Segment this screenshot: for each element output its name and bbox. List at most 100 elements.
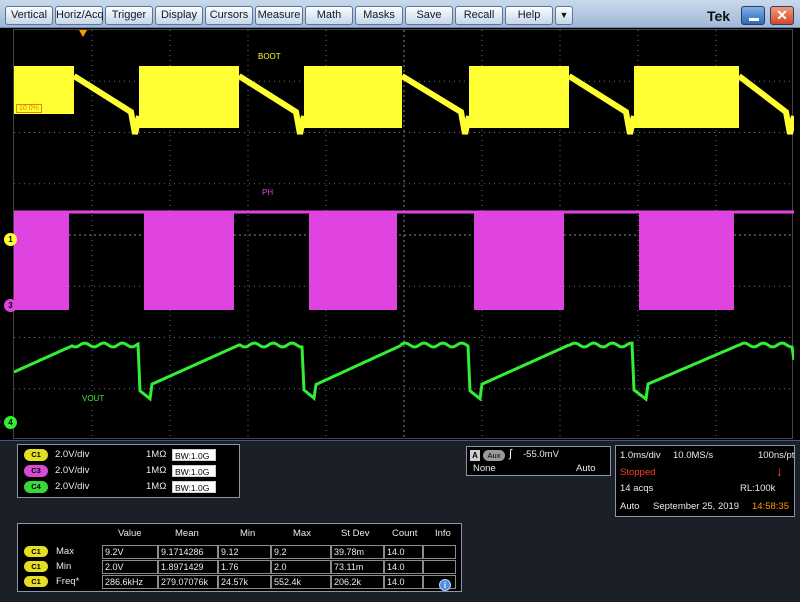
measurement-info <box>423 545 456 559</box>
boot-ramp <box>737 73 794 135</box>
sample-rate: 10.0MS/s <box>673 450 714 461</box>
boot-burst <box>634 66 739 128</box>
menu-measure[interactable]: Measure <box>255 6 303 25</box>
menu-trigger[interactable]: Trigger <box>105 6 153 25</box>
minimize-icon <box>749 18 759 21</box>
channel-scale: 2.0V/div <box>55 449 90 460</box>
label-boot: BOOT <box>258 52 281 61</box>
channel-settings-panel: C1 2.0V/div 1MΩ BW:1.0G C3 2.0V/div 1MΩ … <box>17 444 240 498</box>
measurement-name: Min <box>56 561 72 572</box>
channel-scale: 2.0V/div <box>55 481 90 492</box>
column-header-min: Min <box>240 528 256 539</box>
channel-badge[interactable]: C1 <box>24 449 48 461</box>
menu-save[interactable]: Save <box>405 6 453 25</box>
column-header-count: Count <box>392 528 418 539</box>
menu-cursors[interactable]: Cursors <box>205 6 253 25</box>
close-button[interactable]: ✕ <box>770 6 794 25</box>
measurement-source-badge: C1 <box>24 546 48 557</box>
oscilloscope-app: Vertical Horiz/Acq Trigger Display Curso… <box>0 0 800 602</box>
channel-impedance: 1MΩ <box>146 481 167 492</box>
menu-horiz-acq[interactable]: Horiz/Acq <box>55 6 104 25</box>
waveform-graticule[interactable] <box>13 29 794 440</box>
trigger-source: Aux <box>483 450 505 461</box>
measurement-info <box>423 560 456 574</box>
label-ph: PH <box>262 188 274 197</box>
measurement-row-max[interactable]: C1 Max 9.2V 9.1714286 9.12 9.2 39.78m 14… <box>18 544 463 559</box>
menu-dropdown-button[interactable]: ▼ <box>555 6 573 25</box>
menu-help[interactable]: Help <box>505 6 553 25</box>
column-header-max: Max <box>293 528 311 539</box>
channel-bandwidth: BW:1.0G <box>172 449 216 461</box>
time-per-div: 1.0ms/div <box>620 450 661 461</box>
boot-ramp <box>567 73 637 135</box>
measurement-value: 9.2V <box>102 545 158 559</box>
boot-burst <box>139 66 239 128</box>
measurement-count: 14.0 <box>384 560 423 574</box>
resolution: 100ns/pt <box>758 450 795 461</box>
column-header-info: Info <box>435 528 451 539</box>
boot-ramp <box>400 73 472 135</box>
trigger-position-marker[interactable] <box>79 30 87 37</box>
menu-masks[interactable]: Masks <box>355 6 403 25</box>
menu-recall[interactable]: Recall <box>455 6 503 25</box>
measurement-source-badge: C1 <box>24 576 48 587</box>
measurement-name: Max <box>56 546 74 557</box>
trigger-panel[interactable]: A Aux ∫ -55.0mV None Auto <box>466 446 611 476</box>
info-icon[interactable]: i <box>439 579 451 591</box>
ph-burst <box>474 212 564 310</box>
acquisition-time: 14:58:35 <box>752 501 789 512</box>
channel-row-c4[interactable]: C4 2.0V/div 1MΩ BW:1.0G <box>22 480 237 494</box>
measurement-count: 14.0 <box>384 575 423 589</box>
ph-burst <box>639 212 734 310</box>
channel-row-c1[interactable]: C1 2.0V/div 1MΩ BW:1.0G <box>22 448 237 462</box>
brand-logo: Tek <box>707 8 731 24</box>
column-header-stdev: St Dev <box>341 528 370 539</box>
channel-row-c3[interactable]: C3 2.0V/div 1MΩ BW:1.0G <box>22 464 237 478</box>
red-down-arrow-icon: ↓ <box>776 463 783 479</box>
channel-badge[interactable]: C3 <box>24 465 48 477</box>
channel-badge[interactable]: C4 <box>24 481 48 493</box>
measurement-mean: 1.8971429 <box>158 560 218 574</box>
measurement-min: 1.76 <box>218 560 271 574</box>
acquisition-mode: Auto <box>620 501 640 512</box>
boot-ramp <box>237 73 307 135</box>
menu-display[interactable]: Display <box>155 6 203 25</box>
menu-math[interactable]: Math <box>305 6 353 25</box>
rising-edge-icon: ∫ <box>509 448 513 460</box>
boot-burst <box>304 66 402 128</box>
ch3-ground-marker[interactable]: 3 <box>4 299 17 312</box>
trigger-letter: A <box>470 450 480 461</box>
waveform-canvas <box>14 30 794 440</box>
measurement-row-min[interactable]: C1 Min 2.0V 1.8971429 1.76 2.0 73.11m 14… <box>18 559 463 574</box>
minimize-button[interactable] <box>741 6 765 25</box>
channel-impedance: 1MΩ <box>146 465 167 476</box>
measurement-max: 2.0 <box>271 560 331 574</box>
acquisition-count: 14 acqs <box>620 483 654 494</box>
measurement-value: 2.0V <box>102 560 158 574</box>
ch4-ground-marker[interactable]: 4 <box>4 416 17 429</box>
measurement-count: 14.0 <box>384 545 423 559</box>
acquisition-state: Stopped <box>620 467 656 478</box>
ph-burst <box>14 212 69 310</box>
trigger-mode: Auto <box>576 463 596 474</box>
boot-ramp <box>72 73 142 135</box>
measurement-table[interactable]: Value Mean Min Max St Dev Count Info C1 … <box>17 523 462 592</box>
trigger-coupling: None <box>473 463 496 474</box>
record-length: RL:100k <box>740 483 776 494</box>
measurement-name: Freq* <box>56 576 80 587</box>
menu-vertical[interactable]: Vertical <box>5 6 53 25</box>
measurement-max: 9.2 <box>271 545 331 559</box>
ch1-ground-marker[interactable]: 1 <box>4 233 17 246</box>
channel-scale: 2.0V/div <box>55 465 90 476</box>
label-vout: VOUT <box>82 394 105 403</box>
measurement-source-badge: C1 <box>24 561 48 572</box>
measurement-stdev: 206.2k <box>331 575 384 589</box>
menu-bar: Vertical Horiz/Acq Trigger Display Curso… <box>0 0 800 28</box>
ph-burst <box>309 212 397 310</box>
measurement-stdev: 73.11m <box>331 560 384 574</box>
acquisition-panel[interactable]: 1.0ms/div 10.0MS/s 100ns/pt Stopped ↓ 14… <box>615 445 795 517</box>
ph-burst <box>144 212 234 310</box>
measurement-row-freq[interactable]: C1 Freq* 286.6kHz 279.07076k 24.57k 552.… <box>18 574 463 589</box>
measurement-max: 552.4k <box>271 575 331 589</box>
triangle-down-icon: ▼ <box>559 10 569 20</box>
